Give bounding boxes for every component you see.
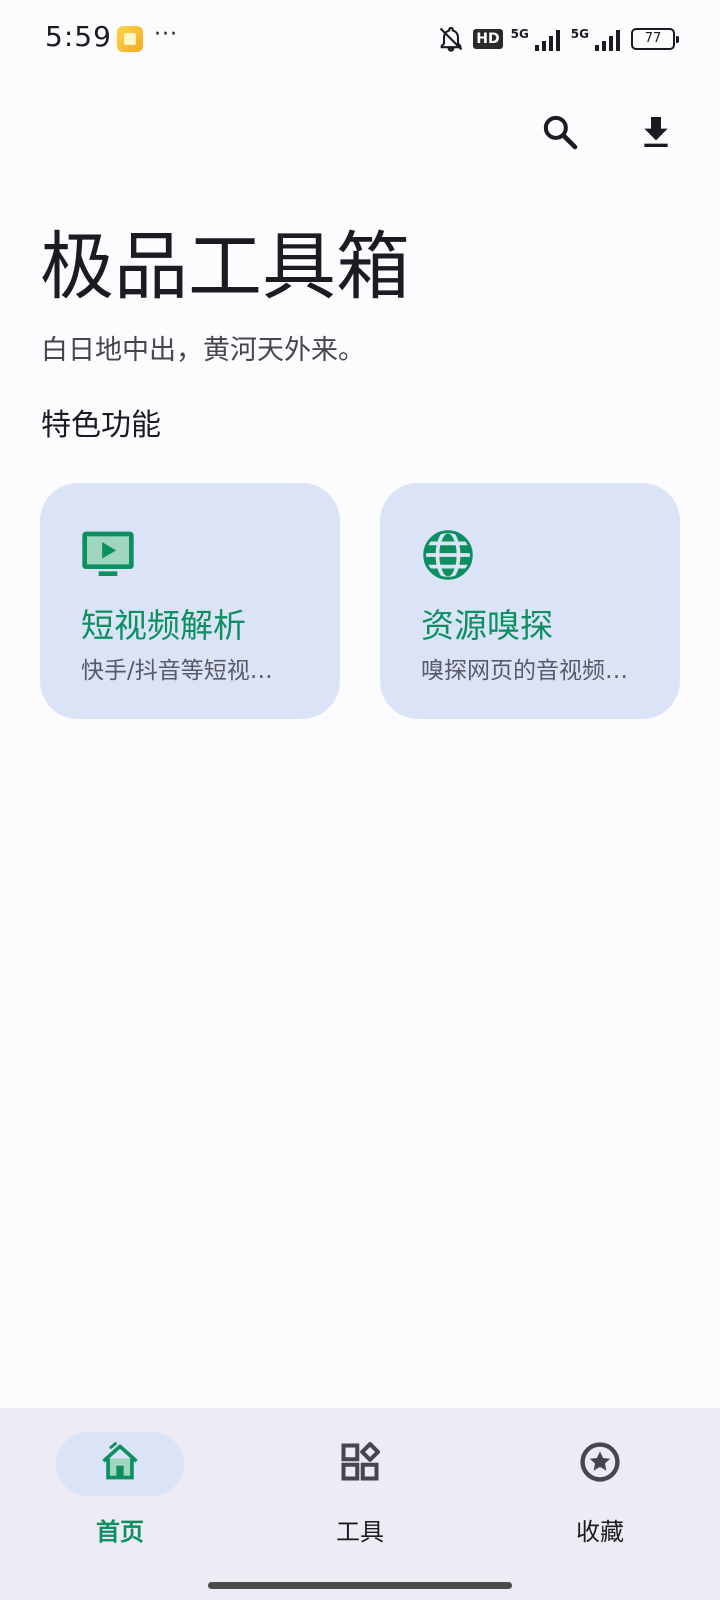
search-icon bbox=[543, 115, 578, 150]
home-icon bbox=[102, 1442, 138, 1480]
card-description: 嗅探网页的音视频… bbox=[421, 658, 628, 684]
battery-indicator: 77 bbox=[631, 28, 679, 50]
page-title: 极品工具箱 bbox=[40, 224, 410, 310]
feature-card-video-parse[interactable]: 短视频解析 快手/抖音等短视… bbox=[40, 483, 340, 719]
card-title: 短视频解析 bbox=[81, 606, 246, 645]
nav-item-favorites[interactable]: 收藏 bbox=[480, 1408, 720, 1558]
card-title: 资源嗅探 bbox=[421, 606, 553, 645]
star-circle-icon bbox=[580, 1442, 620, 1482]
bottom-navigation: 首页 工具 收藏 bbox=[0, 1408, 720, 1600]
card-description: 快手/抖音等短视… bbox=[81, 658, 273, 684]
status-time: 5:59 bbox=[45, 20, 112, 53]
download-button[interactable] bbox=[632, 108, 680, 156]
feature-card-resource-sniff[interactable]: 资源嗅探 嗅探网页的音视频… bbox=[380, 483, 680, 719]
widgets-icon bbox=[341, 1442, 380, 1481]
signal-icon bbox=[534, 30, 560, 51]
gesture-handle bbox=[208, 1582, 512, 1589]
nav-label: 工具 bbox=[336, 1518, 384, 1546]
tv-play-icon bbox=[82, 531, 134, 576]
notification-app-icon bbox=[117, 26, 143, 52]
status-bar: 5:59 ··· HD 5G 5G 77 bbox=[0, 0, 720, 78]
nav-label: 首页 bbox=[96, 1518, 144, 1546]
nav-item-tools[interactable]: 工具 bbox=[240, 1408, 480, 1558]
network-type-2: 5G bbox=[570, 27, 589, 41]
nav-item-home[interactable]: 首页 bbox=[0, 1408, 240, 1558]
hd-badge: HD bbox=[473, 29, 503, 49]
status-more-dots: ··· bbox=[154, 22, 178, 47]
page-subtitle: 白日地中出，黄河天外来。 bbox=[41, 335, 365, 366]
status-right-group: HD 5G 5G 77 bbox=[437, 24, 679, 54]
signal-icon bbox=[595, 30, 620, 51]
search-button[interactable] bbox=[536, 108, 584, 156]
bell-off-icon bbox=[440, 26, 463, 52]
section-title-features: 特色功能 bbox=[41, 408, 161, 443]
network-type-1: 5G bbox=[510, 27, 529, 41]
globe-icon bbox=[423, 529, 473, 581]
download-icon bbox=[644, 117, 668, 147]
nav-label: 收藏 bbox=[576, 1518, 624, 1546]
